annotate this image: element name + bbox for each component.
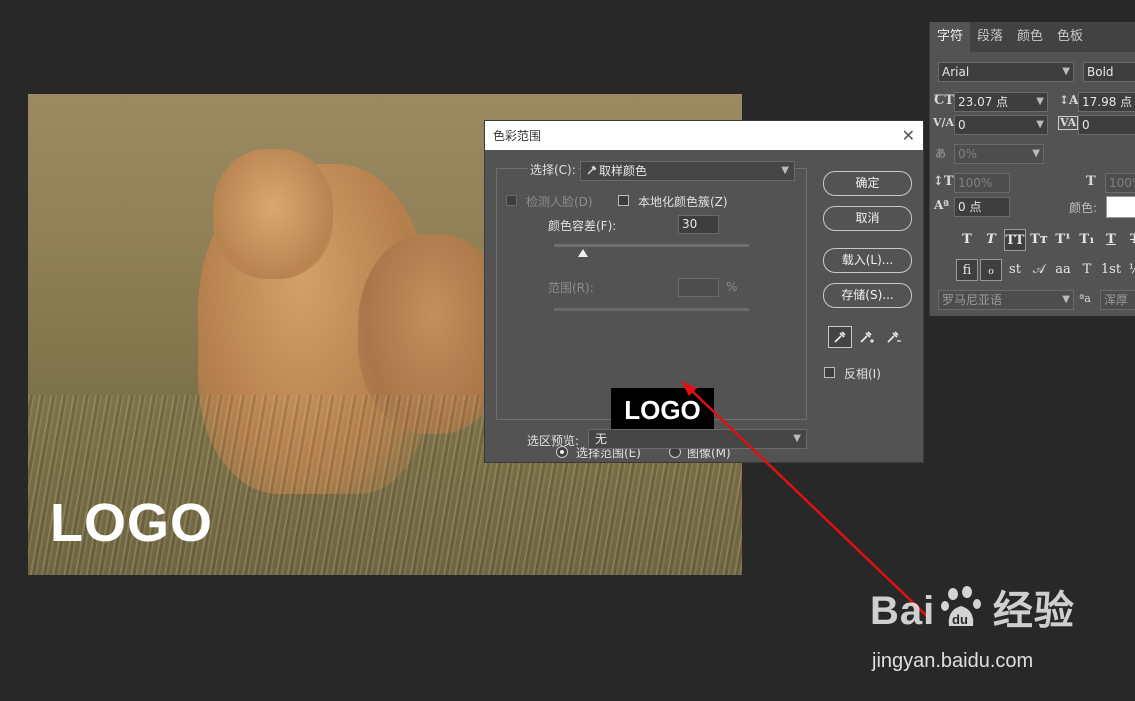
font-family-value: Arial bbox=[942, 65, 970, 79]
baseline-shift-value: 0 点 bbox=[958, 200, 982, 214]
baseline-shift-icon: Aª bbox=[934, 198, 950, 212]
kerning-icon: V/A bbox=[933, 116, 955, 129]
chevron-down-icon: ▼ bbox=[1036, 119, 1044, 130]
strikethrough-button[interactable]: T bbox=[1124, 229, 1135, 251]
tab-character[interactable]: 字符 bbox=[930, 22, 971, 52]
all-caps-button[interactable]: TT bbox=[1004, 229, 1026, 251]
contextual-alternates-button[interactable]: ℴ bbox=[980, 259, 1002, 281]
character-panel: 字符 段落 颜色 色板 Arial ▼ Bold ꞆT 23.07 点 ▼ ↕A 1… bbox=[929, 22, 1135, 316]
fractions-button[interactable]: ½ bbox=[1124, 259, 1135, 281]
color-label: 颜色: bbox=[1069, 201, 1098, 215]
font-size-value: 23.07 点 bbox=[958, 95, 1009, 109]
language-dropdown[interactable]: 罗马尼亚语 ▼ bbox=[938, 290, 1074, 310]
discretionary-ligatures-button[interactable]: st bbox=[1004, 259, 1026, 281]
faux-italic-button[interactable]: T bbox=[980, 229, 1002, 251]
underline-button[interactable]: T bbox=[1100, 229, 1122, 251]
tab-paragraph[interactable]: 段落 bbox=[970, 22, 1010, 52]
stylistic-alternates-button[interactable]: aa bbox=[1052, 259, 1074, 281]
horizontal-scale-value: 100% bbox=[1109, 176, 1135, 190]
superscript-button[interactable]: T¹ bbox=[1052, 229, 1074, 251]
font-size-input[interactable]: 23.07 点 ▼ bbox=[954, 92, 1048, 112]
vertical-scale-icon: ↕T bbox=[933, 174, 954, 189]
leading-value: 17.98 点 bbox=[1082, 95, 1133, 109]
panel-tabs: 字符 段落 颜色 色板 bbox=[930, 22, 1135, 52]
svg-text:du: du bbox=[952, 612, 968, 627]
leading-icon: ↕A bbox=[1059, 93, 1079, 107]
paw-logo-icon: du bbox=[939, 586, 989, 627]
baidu-watermark: Bai du 经验 jingyan.baidu.com bbox=[870, 578, 1075, 672]
antialias-icon: ªa bbox=[1079, 292, 1091, 305]
font-style-dropdown[interactable]: Bold bbox=[1083, 62, 1135, 82]
baseline-shift-input[interactable]: 0 点 bbox=[954, 197, 1010, 217]
watermark-suffix: 经验 bbox=[992, 589, 1075, 633]
chevron-down-icon: ▼ bbox=[1036, 96, 1044, 107]
tab-color[interactable]: 颜色 bbox=[1010, 22, 1050, 52]
ordinals-button[interactable]: 1st bbox=[1100, 259, 1122, 281]
chevron-down-icon: ▼ bbox=[1062, 66, 1070, 77]
faux-bold-button[interactable]: T bbox=[956, 229, 978, 251]
antialias-dropdown[interactable]: 浑厚 bbox=[1100, 290, 1135, 310]
language-value: 罗马尼亚语 bbox=[942, 293, 1003, 307]
standard-ligatures-button[interactable]: fi bbox=[956, 259, 978, 281]
horizontal-scale-icon: T bbox=[1086, 174, 1096, 189]
font-family-dropdown[interactable]: Arial ▼ bbox=[938, 62, 1074, 82]
watermark-url: jingyan.baidu.com bbox=[872, 650, 1034, 672]
vertical-scale-value: 100% bbox=[958, 176, 993, 190]
tracking-value: 0 bbox=[1082, 118, 1090, 132]
tracking-icon: VA bbox=[1058, 116, 1079, 130]
antialias-value: 浑厚 bbox=[1104, 293, 1129, 307]
tsume-icon: あ bbox=[935, 147, 946, 160]
tab-swatches[interactable]: 色板 bbox=[1050, 22, 1090, 52]
leading-input[interactable]: 17.98 点 bbox=[1078, 92, 1135, 112]
chevron-down-icon: ▼ bbox=[1032, 148, 1040, 159]
watermark-brand: Bai bbox=[870, 589, 936, 633]
horizontal-scale-input: 100% bbox=[1105, 173, 1135, 193]
swash-button[interactable]: 𝒜 bbox=[1028, 259, 1050, 281]
kerning-input[interactable]: 0 ▼ bbox=[954, 115, 1048, 135]
tsume-input: 0% ▼ bbox=[954, 144, 1044, 164]
kerning-value: 0 bbox=[958, 118, 966, 132]
font-size-icon: ꞆT bbox=[934, 93, 955, 108]
small-caps-button[interactable]: Tт bbox=[1028, 229, 1050, 251]
tsume-value: 0% bbox=[958, 147, 978, 161]
chevron-down-icon: ▼ bbox=[1062, 294, 1070, 305]
vertical-scale-input: 100% bbox=[954, 173, 1010, 193]
titling-alternates-button[interactable]: T bbox=[1076, 259, 1098, 281]
text-color-swatch[interactable] bbox=[1106, 196, 1135, 218]
tracking-input[interactable]: 0 bbox=[1078, 115, 1135, 135]
font-style-value: Bold bbox=[1087, 65, 1114, 79]
subscript-button[interactable]: T₁ bbox=[1076, 229, 1098, 251]
